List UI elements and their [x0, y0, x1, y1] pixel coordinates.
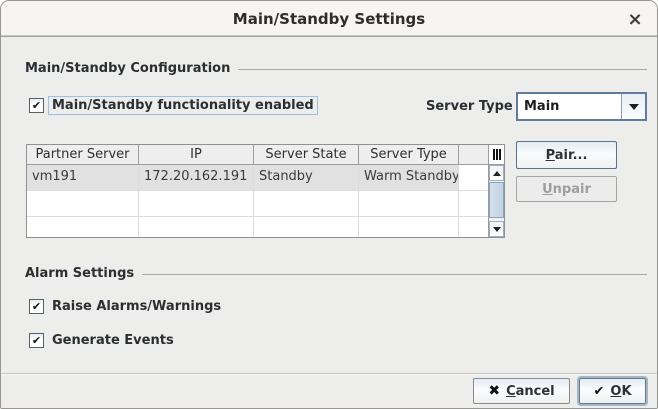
alarm-section-header: Alarm Settings [25, 266, 647, 281]
server-type-value: Main [518, 94, 621, 119]
enable-functionality-checkbox[interactable]: ✔ Main/Standby functionality enabled [29, 96, 318, 115]
config-section-header: Main/Standby Configuration [25, 61, 647, 76]
cell-partner-server: vm191 [27, 165, 139, 191]
chevron-down-icon [629, 104, 639, 110]
col-header-partner-server[interactable]: Partner Server [27, 145, 139, 164]
alarm-section-title: Alarm Settings [25, 266, 134, 281]
cell-server-state: Standby [254, 165, 359, 191]
table-row-empty [27, 191, 488, 217]
pair-button[interactable]: Pair... [516, 141, 617, 169]
section-divider [238, 69, 647, 70]
dialog-title: Main/Standby Settings [1, 10, 657, 28]
table-header-row: Partner Server IP Server State Server Ty… [27, 145, 488, 165]
col-header-spacer [459, 145, 488, 164]
raise-alarms-checkbox[interactable]: ✔ Raise Alarms/Warnings [29, 297, 225, 316]
scroll-down-icon [493, 227, 501, 232]
enable-functionality-label: Main/Standby functionality enabled [48, 96, 318, 115]
combo-dropdown-button[interactable] [621, 94, 645, 119]
close-icon[interactable]: × [623, 7, 647, 31]
generate-events-checkbox[interactable]: ✔ Generate Events [29, 331, 178, 350]
scroll-up-icon [493, 171, 501, 176]
col-header-server-state[interactable]: Server State [254, 145, 359, 164]
server-type-select[interactable]: Main [516, 92, 647, 121]
checkbox-checked-icon: ✔ [29, 333, 44, 348]
col-header-ip[interactable]: IP [139, 145, 254, 164]
partner-server-table: Partner Server IP Server State Server Ty… [26, 144, 505, 238]
ok-check-icon: ✔ [593, 384, 604, 399]
config-section-title: Main/Standby Configuration [25, 61, 230, 76]
footer-divider [1, 373, 657, 374]
scroll-down-button[interactable] [489, 221, 504, 237]
checkbox-checked-icon: ✔ [29, 98, 44, 113]
cancel-x-icon: ✖ [488, 383, 500, 399]
table-body: vm191 172.20.162.191 Standby Warm Standb… [27, 165, 488, 237]
server-type-label: Server Type [426, 99, 513, 114]
raise-alarms-label: Raise Alarms/Warnings [48, 297, 225, 316]
table-row[interactable]: vm191 172.20.162.191 Standby Warm Standb… [27, 165, 488, 191]
main-standby-settings-dialog: Main/Standby Settings × Main/Standby Con… [0, 0, 658, 409]
table-scrollbar[interactable] [488, 145, 504, 237]
cell-ip: 172.20.162.191 [139, 165, 254, 191]
col-header-server-type[interactable]: Server Type [359, 145, 459, 164]
table-row-empty [27, 217, 488, 237]
title-bar: Main/Standby Settings × [1, 1, 657, 37]
cell-server-type: Warm Standby [359, 165, 459, 191]
checkbox-checked-icon: ✔ [29, 299, 44, 314]
generate-events-label: Generate Events [48, 331, 178, 350]
scrollbar-thumb[interactable] [489, 182, 504, 218]
scroll-up-button[interactable] [489, 165, 504, 181]
column-selector-icon[interactable] [489, 145, 504, 165]
cancel-button[interactable]: ✖ Cancel [473, 378, 570, 404]
unpair-button[interactable]: Unpair [516, 176, 617, 202]
ok-button[interactable]: ✔ OK [579, 378, 646, 404]
section-divider [142, 274, 647, 275]
